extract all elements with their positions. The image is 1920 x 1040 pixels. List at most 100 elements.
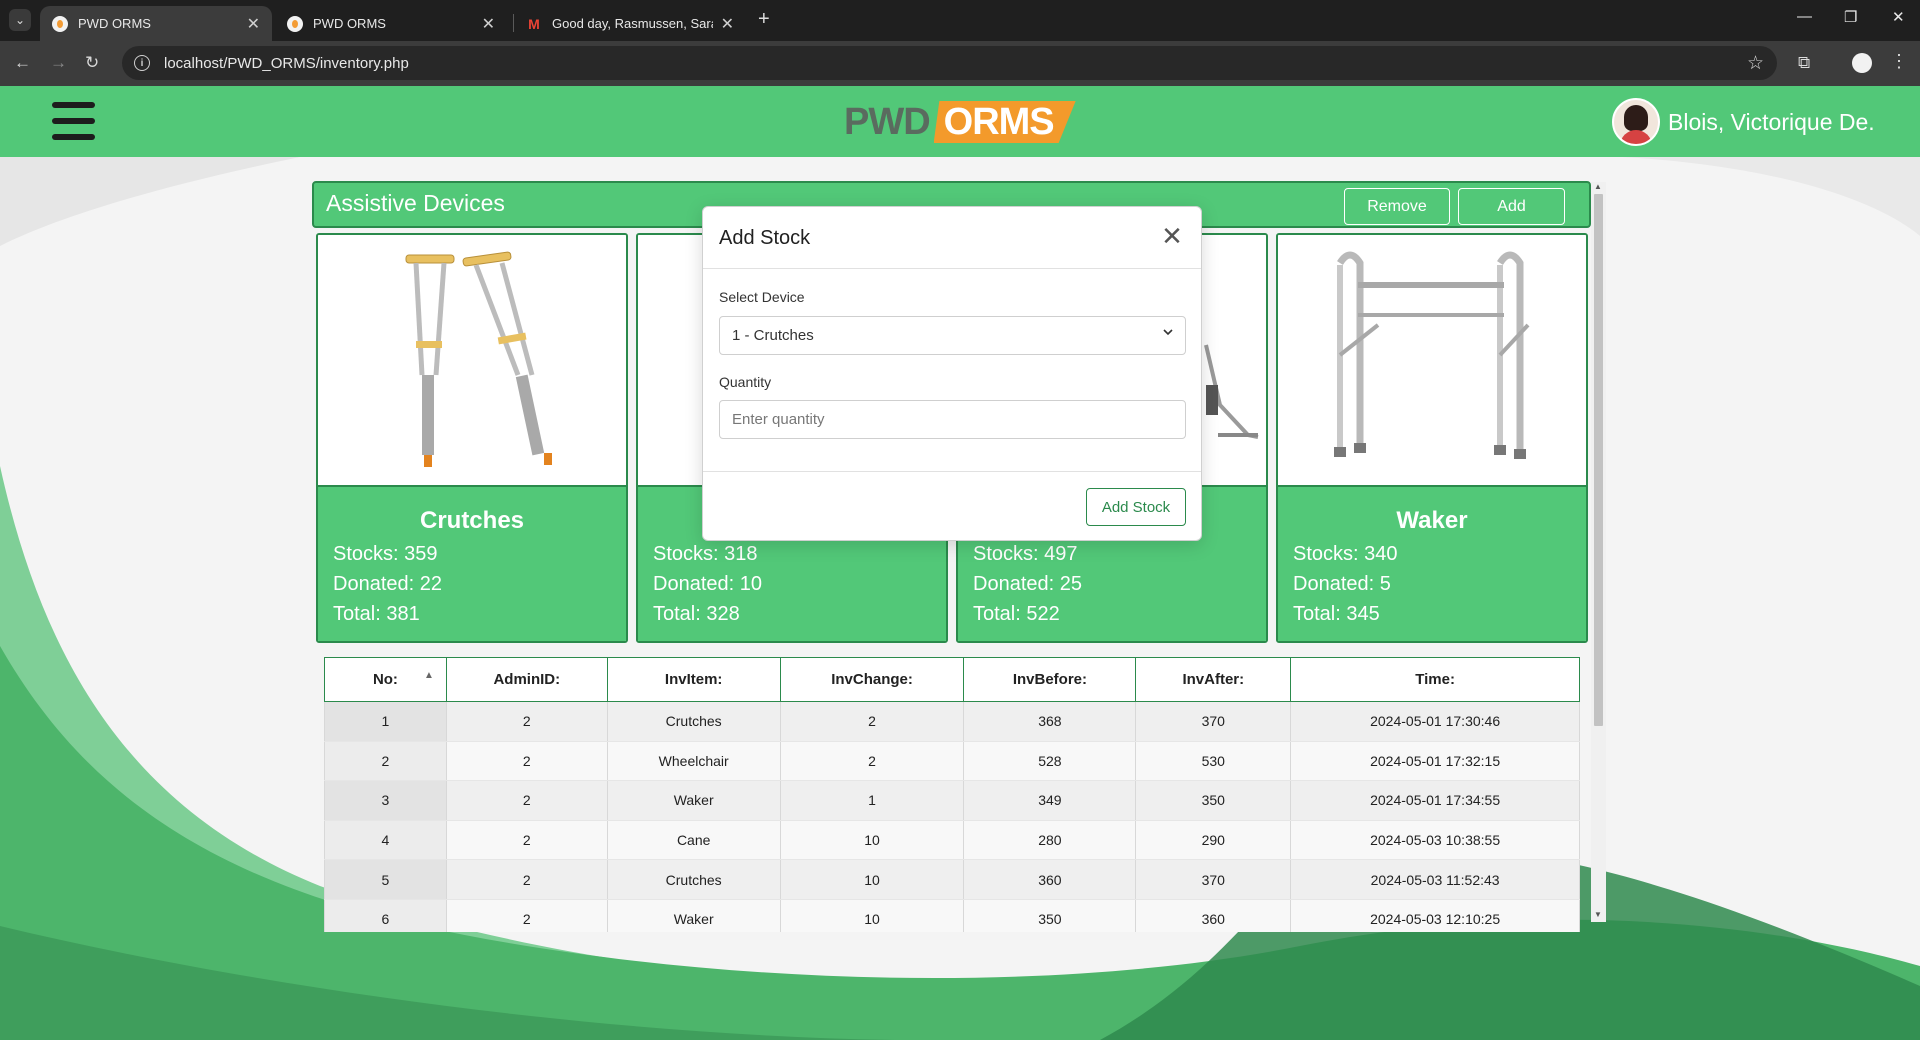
address-bar: ← → ↻ i localhost/PWD_ORMS/inventory.php…	[0, 41, 1920, 86]
modal-title: Add Stock	[719, 227, 811, 249]
extensions-icon[interactable]: ⧉	[1798, 53, 1810, 73]
table-cell: 368	[963, 701, 1137, 742]
user-menu[interactable]: Blois, Victorique De.	[1612, 98, 1875, 146]
sort-ascending-icon[interactable]: ▲	[424, 670, 434, 681]
reload-icon[interactable]: ↻	[85, 53, 99, 73]
browser-tab-2[interactable]: PWD ORMS ✕	[275, 6, 507, 41]
device-name: Waker	[1396, 507, 1468, 534]
table-cell: 2024-05-03 12:10:25	[1290, 899, 1580, 932]
tab-close-icon[interactable]: ✕	[247, 14, 260, 34]
column-header-invchange[interactable]: InvChange:	[779, 657, 965, 702]
card-body: Crutches Stocks: 359 Donated: 22 Total: …	[318, 485, 626, 641]
table-cell: Waker	[606, 780, 781, 821]
app-logo: PWD ORMS	[844, 100, 1076, 144]
table-cell: 2	[324, 741, 447, 782]
tab-title: PWD ORMS	[313, 16, 386, 31]
column-header-invbefore[interactable]: InvBefore:	[963, 657, 1137, 702]
device-name: Crutches	[419, 507, 525, 534]
content-scrollbar[interactable]: ▲ ▼	[1591, 182, 1606, 922]
table-cell: 2024-05-03 11:52:43	[1290, 859, 1580, 900]
table-cell: 370	[1135, 701, 1292, 742]
device-select[interactable]: 1 - Crutches	[719, 316, 1186, 355]
gmail-icon: M	[528, 15, 540, 32]
table-cell: Crutches	[606, 701, 781, 742]
browser-tab-3[interactable]: M Good day, Rasmussen, Sara Au ✕	[514, 6, 746, 41]
restore-icon[interactable]: ❐	[1844, 8, 1857, 26]
site-favicon-icon	[287, 15, 303, 32]
column-header-invafter[interactable]: InvAfter:	[1135, 657, 1292, 702]
table-cell: 360	[963, 859, 1137, 900]
table-cell: 2	[445, 820, 608, 861]
back-icon[interactable]: ←	[14, 53, 31, 73]
device-total: Total: 381	[333, 603, 420, 625]
device-total: Total: 328	[653, 603, 740, 625]
close-window-icon[interactable]: ✕	[1892, 8, 1905, 26]
table-cell: 528	[963, 741, 1137, 782]
table-cell: 10	[779, 820, 965, 861]
hamburger-menu-icon[interactable]	[52, 102, 95, 140]
table-row: 1 2 Crutches 2 368 370 2024-05-01 17:30:…	[324, 701, 1580, 742]
tab-close-icon[interactable]: ✕	[721, 14, 734, 34]
modal-footer: Add Stock	[703, 471, 1201, 542]
tab-title: Good day, Rasmussen, Sara Au	[552, 16, 713, 31]
table-cell: Crutches	[606, 859, 781, 900]
logo-pwd-text: PWD	[844, 100, 931, 143]
tab-search-icon[interactable]: ⌄	[9, 9, 31, 31]
bookmark-star-icon[interactable]: ☆	[1747, 52, 1764, 75]
table-cell: 2	[445, 899, 608, 932]
walker-image	[1278, 235, 1586, 485]
new-tab-icon[interactable]: +	[758, 8, 770, 31]
table-cell: 350	[1135, 780, 1292, 821]
tab-title: PWD ORMS	[78, 16, 151, 31]
table-cell: 530	[1135, 741, 1292, 782]
browser-menu-icon[interactable]: ⋮	[1890, 51, 1908, 72]
table-cell: 280	[963, 820, 1137, 861]
tab-close-icon[interactable]: ✕	[482, 14, 495, 34]
table-cell: 350	[963, 899, 1137, 932]
scroll-up-icon[interactable]: ▲	[1594, 182, 1602, 191]
quantity-label: Quantity	[719, 374, 772, 390]
device-donated: Donated: 5	[1293, 573, 1391, 595]
remove-button[interactable]: Remove	[1344, 188, 1450, 225]
table-cell: 2024-05-03 10:38:55	[1290, 820, 1580, 861]
card-body: Waker Stocks: 340 Donated: 5 Total: 345	[1278, 485, 1586, 641]
table-cell: 2	[779, 701, 965, 742]
table-cell: Cane	[606, 820, 781, 861]
minimize-icon[interactable]: —	[1797, 8, 1812, 25]
add-stock-button[interactable]: Add Stock	[1086, 488, 1186, 526]
table-cell: 2	[445, 859, 608, 900]
table-row: 5 2 Crutches 10 360 370 2024-05-03 11:52…	[324, 859, 1580, 900]
site-favicon-icon	[52, 15, 68, 32]
table-cell: 2024-05-01 17:34:55	[1290, 780, 1580, 821]
url-field[interactable]: i localhost/PWD_ORMS/inventory.php	[122, 46, 1777, 80]
device-card-waker[interactable]: Waker Stocks: 340 Donated: 5 Total: 345	[1276, 233, 1588, 643]
scroll-thumb[interactable]	[1594, 194, 1603, 726]
table-cell: 4	[324, 820, 447, 861]
profile-icon[interactable]	[1852, 53, 1872, 73]
table-cell: 6	[324, 899, 447, 932]
table-cell: 370	[1135, 859, 1292, 900]
browser-tab-1[interactable]: PWD ORMS ✕	[40, 6, 272, 41]
close-icon[interactable]: ✕	[1157, 221, 1187, 251]
avatar[interactable]	[1612, 98, 1660, 146]
column-header-adminid[interactable]: AdminID:	[445, 657, 608, 702]
table-cell: 10	[779, 899, 965, 932]
add-button[interactable]: Add	[1458, 188, 1565, 225]
column-header-time[interactable]: Time:	[1290, 657, 1580, 702]
table-cell: 349	[963, 780, 1137, 821]
column-header-no[interactable]: No: ▲	[324, 657, 447, 702]
url-text: localhost/PWD_ORMS/inventory.php	[164, 54, 409, 72]
inventory-log-table: No: ▲ AdminID: InvItem: InvChange: InvBef…	[324, 657, 1580, 932]
page-viewport: PWD ORMS Blois, Victorique De. Assistive…	[0, 86, 1920, 1040]
table-cell: 360	[1135, 899, 1292, 932]
scroll-down-icon[interactable]: ▼	[1594, 910, 1602, 919]
site-info-icon[interactable]: i	[134, 55, 150, 71]
forward-icon[interactable]: →	[50, 53, 67, 73]
quantity-input[interactable]	[719, 400, 1186, 439]
device-card-crutches[interactable]: Crutches Stocks: 359 Donated: 22 Total: …	[316, 233, 628, 643]
app-header: PWD ORMS Blois, Victorique De.	[0, 86, 1920, 157]
column-header-invitem[interactable]: InvItem:	[606, 657, 781, 702]
table-cell: 2024-05-01 17:32:15	[1290, 741, 1580, 782]
panel-title: Assistive Devices	[326, 190, 505, 216]
table-cell: 2024-05-01 17:30:46	[1290, 701, 1580, 742]
